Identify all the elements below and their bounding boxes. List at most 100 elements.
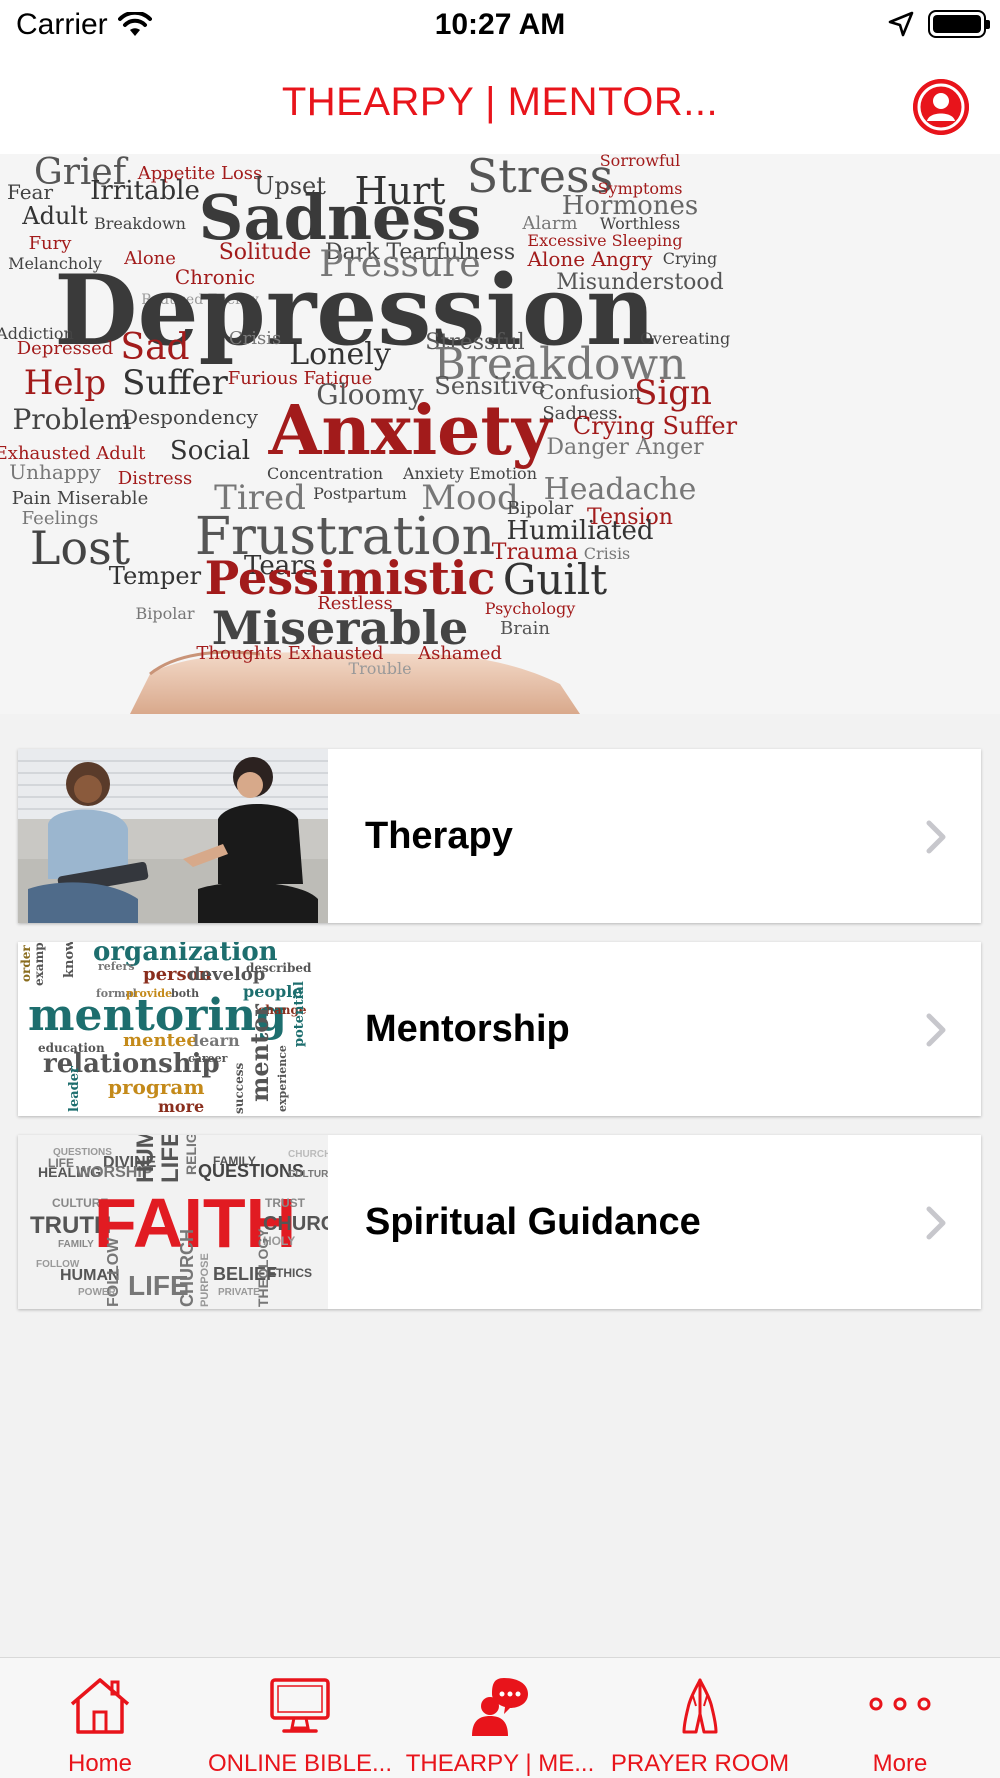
therapy-thumbnail: [18, 749, 328, 923]
tab-label: ONLINE BIBLE...: [207, 1750, 393, 1777]
svg-text:Trouble: Trouble: [348, 659, 411, 678]
profile-button[interactable]: [913, 79, 969, 135]
menu-item-mentorship[interactable]: organization order example knowledge ref…: [18, 942, 981, 1116]
svg-text:Overeating: Overeating: [640, 329, 730, 348]
menu-item-therapy[interactable]: Therapy: [18, 749, 981, 923]
chevron-right-icon: [926, 1206, 946, 1240]
svg-text:Distress: Distress: [118, 468, 192, 489]
svg-text:ETHICS: ETHICS: [268, 1266, 312, 1280]
svg-text:Problem: Problem: [12, 403, 131, 436]
page-title: THEARPY | MENTOR...: [281, 80, 719, 124]
svg-text:success: success: [232, 1063, 246, 1114]
praying-hands-icon: [682, 1678, 718, 1734]
svg-text:example: example: [32, 942, 46, 986]
tab-more[interactable]: More: [800, 1658, 1000, 1778]
svg-text:Fury: Fury: [29, 233, 73, 254]
tab-online-bible[interactable]: ONLINE BIBLE...: [200, 1658, 400, 1778]
svg-text:PURPOSE: PURPOSE: [199, 1253, 211, 1307]
svg-text:refers: refers: [98, 960, 135, 973]
svg-text:Sorrowful: Sorrowful: [600, 154, 681, 170]
svg-text:Fear: Fear: [7, 180, 54, 204]
menu-item-label: Spiritual Guidance: [365, 1200, 701, 1243]
status-bar: Carrier 10:27 AM: [0, 0, 1000, 52]
svg-text:Postpartum: Postpartum: [313, 484, 407, 503]
user-profile-icon: [913, 79, 969, 135]
location-arrow-icon: [888, 11, 914, 37]
svg-text:Breakdown: Breakdown: [94, 214, 186, 233]
svg-text:CHURCH: CHURCH: [288, 1149, 328, 1160]
mentorship-thumbnail: organization order example knowledge ref…: [18, 942, 328, 1116]
monitor-icon: [270, 1678, 330, 1733]
tab-home[interactable]: Home: [0, 1658, 200, 1778]
svg-text:order: order: [19, 945, 33, 982]
svg-text:described: described: [246, 961, 312, 975]
svg-text:Danger Anger: Danger Anger: [546, 435, 704, 460]
svg-text:Sign: Sign: [634, 373, 712, 413]
spiritual-guidance-thumbnail: QUESTIONS LIFE DIVINE HEALING WORSHIP HU…: [18, 1135, 328, 1309]
status-right-icons: [888, 10, 990, 38]
svg-text:Ashamed: Ashamed: [417, 643, 502, 664]
svg-text:more: more: [158, 1097, 204, 1116]
svg-text:Suffer: Suffer: [122, 363, 228, 403]
svg-text:Brain: Brain: [500, 618, 550, 639]
svg-text:Social: Social: [170, 436, 250, 466]
svg-text:Help: Help: [24, 363, 106, 403]
tab-label: PRAYER ROOM: [610, 1750, 790, 1777]
svg-text:FAMILY: FAMILY: [58, 1239, 94, 1250]
menu-item-spiritual-guidance[interactable]: QUESTIONS LIFE DIVINE HEALING WORSHIP HU…: [18, 1135, 981, 1309]
faith-word-cloud-image: QUESTIONS LIFE DIVINE HEALING WORSHIP HU…: [18, 1135, 328, 1309]
svg-text:Psychology: Psychology: [485, 599, 576, 618]
svg-text:Lonely: Lonely: [289, 337, 391, 372]
counseling-chat-icon: [472, 1678, 528, 1736]
svg-text:TRUST: TRUST: [265, 1196, 306, 1210]
battery-icon: [928, 10, 990, 38]
hero-banner: Grief Appetite Loss Hurt Stress Sorrowfu…: [0, 154, 1000, 714]
svg-text:HUMAN: HUMAN: [132, 1135, 159, 1183]
chevron-right-icon: [926, 820, 946, 854]
svg-text:Crying: Crying: [663, 249, 718, 268]
chevron-right-icon: [926, 1013, 946, 1047]
svg-text:Confusion: Confusion: [539, 380, 641, 404]
mentoring-word-cloud-image: organization order example knowledge ref…: [18, 942, 328, 1116]
svg-text:Bipolar: Bipolar: [135, 604, 194, 623]
svg-text:POWER: POWER: [78, 1287, 117, 1298]
svg-text:potential: potential: [292, 981, 307, 1047]
svg-text:Irritable: Irritable: [90, 176, 200, 206]
tab-label: THEARPY | ME...: [405, 1750, 595, 1777]
svg-text:Despondency: Despondency: [122, 405, 259, 429]
svg-text:experience: experience: [276, 1045, 289, 1112]
svg-text:Temper: Temper: [109, 562, 202, 590]
svg-text:PRIVATE: PRIVATE: [218, 1287, 260, 1298]
tab-bar: Home ONLINE BIBLE... THEARPY | ME... PRA…: [0, 1657, 1000, 1778]
svg-text:Adult: Adult: [21, 202, 88, 230]
svg-text:Unhappy: Unhappy: [9, 460, 101, 484]
svg-text:learn: learn: [193, 1031, 240, 1050]
depression-word-cloud-image: Grief Appetite Loss Hurt Stress Sorrowfu…: [0, 154, 1000, 714]
svg-text:Anxiety: Anxiety: [268, 391, 554, 471]
tab-label: More: [872, 1750, 928, 1777]
svg-text:Crisis: Crisis: [229, 328, 281, 349]
svg-text:Pain Miserable: Pain Miserable: [12, 488, 148, 509]
svg-text:CULTURE: CULTURE: [288, 1169, 328, 1180]
svg-text:mentor: mentor: [245, 1004, 274, 1102]
therapy-session-image: [18, 749, 328, 923]
tab-label: Home: [67, 1750, 133, 1777]
svg-text:Guilt: Guilt: [503, 555, 607, 604]
svg-text:mentee: mentee: [123, 1030, 198, 1051]
svg-text:Depressed: Depressed: [17, 338, 114, 359]
more-dots-icon: [869, 1697, 931, 1711]
svg-text:LIFE: LIFE: [157, 1135, 184, 1183]
status-time: 10:27 AM: [434, 8, 566, 41]
svg-text:leader: leader: [67, 1066, 82, 1112]
tab-prayer-room[interactable]: PRAYER ROOM: [600, 1658, 800, 1778]
tab-therapy-mentorship[interactable]: THEARPY | ME...: [400, 1658, 600, 1778]
svg-text:CHURCH: CHURCH: [263, 1213, 328, 1235]
menu-item-label: Mentorship: [365, 1007, 570, 1050]
navigation-bar: THEARPY | MENTOR...: [0, 52, 1000, 154]
menu-item-label: Therapy: [365, 814, 513, 857]
svg-text:Sad: Sad: [120, 327, 189, 368]
svg-text:knowledge: knowledge: [62, 942, 77, 978]
svg-text:program: program: [108, 1075, 205, 1099]
svg-text:CHURCH: CHURCH: [177, 1229, 197, 1307]
home-icon: [70, 1678, 130, 1734]
